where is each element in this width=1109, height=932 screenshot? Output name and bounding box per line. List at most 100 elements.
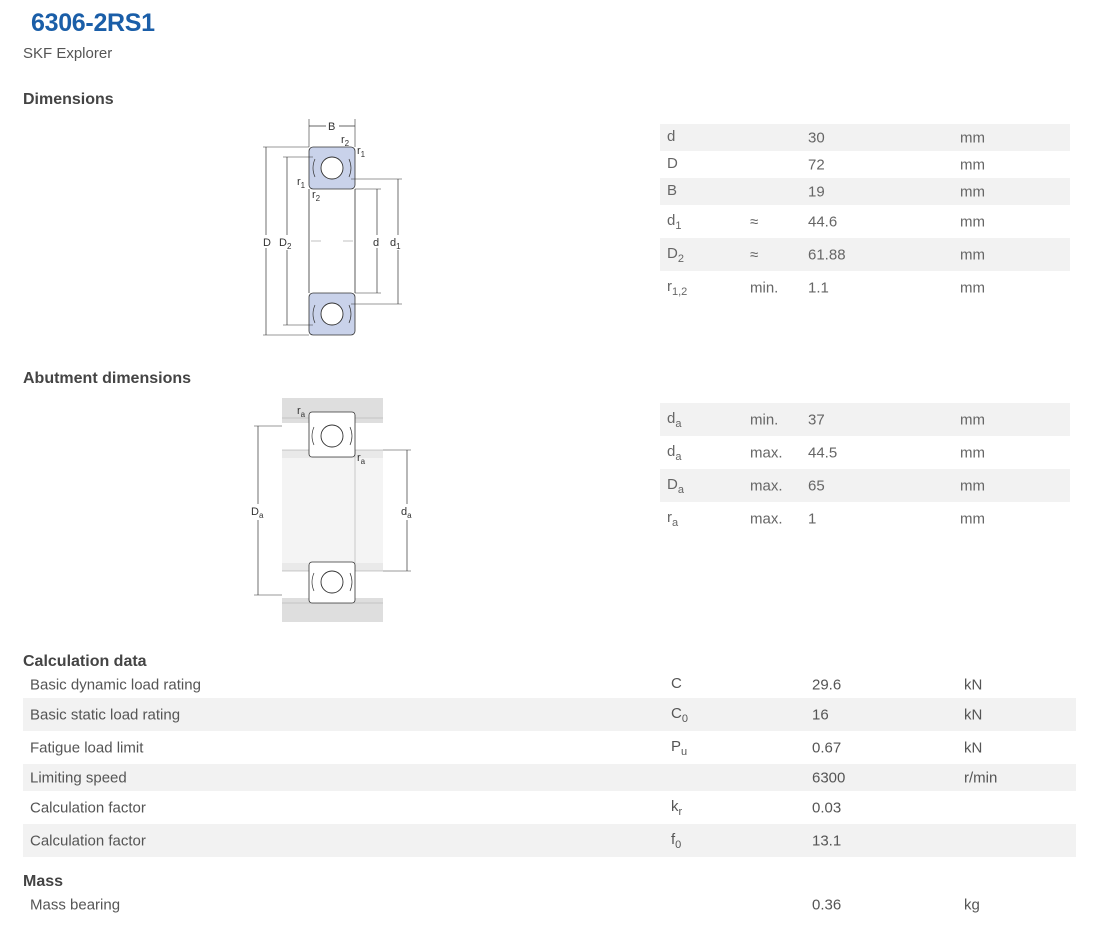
calc-value: 6300	[812, 769, 846, 786]
symbol-letter: D	[667, 475, 678, 493]
calc-symbol: Pu	[671, 738, 687, 758]
calc-row: Basic dynamic load rating C 29.6 kN	[23, 671, 1076, 698]
calc-value: 0.67	[812, 739, 842, 756]
symbol-subscript: 1	[675, 219, 682, 232]
spec-row: da max. 44.5 mm	[660, 436, 1070, 469]
symbol-subscript: 0	[675, 838, 682, 851]
spec-value: 1	[808, 510, 817, 527]
symbol-subscript: r	[678, 805, 683, 818]
spec-row: B 19 mm	[660, 178, 1070, 205]
spec-qualifier: max.	[750, 477, 783, 494]
calc-row: Calculation factor f0 13.1	[23, 824, 1076, 857]
symbol-letter: P	[671, 737, 682, 755]
spec-qualifier: ≈	[750, 213, 759, 230]
spec-symbol: Da	[667, 476, 684, 496]
calc-row: Limiting speed 6300 r/min	[23, 764, 1076, 791]
abutment-heading: Abutment dimensions	[23, 370, 192, 387]
calculation-table: Basic dynamic load rating C 29.6 kN Basic st…	[23, 671, 1076, 857]
label-r2-bottom: r2	[312, 189, 321, 203]
spec-unit: mm	[960, 213, 985, 230]
spec-value: 65	[808, 477, 825, 494]
spec-symbol: r1,2	[667, 278, 687, 298]
calc-row: Calculation factor kr 0.03	[23, 791, 1076, 824]
spec-symbol: B	[667, 182, 677, 202]
calc-row: Fatigue load limit Pu 0.67 kN	[23, 731, 1076, 764]
spec-row: D2 ≈61.88 mm	[660, 238, 1070, 271]
calc-unit: kg	[964, 896, 980, 913]
label-r1-left: r1	[297, 176, 306, 190]
symbol-letter: D	[667, 244, 678, 262]
dimensions-table: d 30 mm D 72 mm B 19 mm d1 ≈44.6 mm D2 ≈61.88 mm r1,2 mi…	[660, 124, 1070, 304]
symbol-subscript: u	[681, 745, 688, 758]
symbol-subscript: 0	[681, 712, 688, 725]
symbol-letter: d	[667, 127, 676, 145]
mass-table: Mass bearing 0.36 kg	[23, 891, 1076, 918]
abutment-diagram: ra ra Da da	[250, 398, 417, 622]
symbol-subscript: 2	[677, 252, 684, 265]
calc-unit: kN	[964, 676, 983, 693]
spec-qualifier: min.	[750, 411, 779, 428]
spec-row: Da max. 65 mm	[660, 469, 1070, 502]
calc-label: Basic dynamic load rating	[30, 676, 201, 693]
spec-symbol: da	[667, 410, 681, 430]
spec-symbol: d1	[667, 212, 681, 232]
calc-label: Basic static load rating	[30, 706, 181, 723]
spec-symbol: D	[667, 155, 678, 175]
spec-row: d 30 mm	[660, 124, 1070, 151]
spec-unit: mm	[960, 510, 985, 527]
spec-unit: mm	[960, 156, 985, 173]
calc-label: Mass bearing	[30, 896, 121, 913]
spec-qualifier: max.	[750, 444, 783, 461]
spec-unit: mm	[960, 246, 985, 263]
spec-unit: mm	[960, 411, 985, 428]
symbol-subscript: 1,2	[672, 285, 688, 298]
symbol-subscript: a	[675, 450, 682, 463]
symbol-letter: D	[667, 154, 678, 172]
calc-label: Calculation factor	[30, 832, 146, 849]
symbol-letter: C	[671, 674, 682, 692]
calc-symbol: kr	[671, 798, 682, 818]
spec-row: ra max. 1 mm	[660, 502, 1070, 535]
spec-row: r1,2 min. 1.1 mm	[660, 271, 1070, 304]
calculation-heading: Calculation data	[23, 653, 147, 670]
bearing-cross-section-diagram: B r2 r1 r1 r2 D D2 d d1	[261, 119, 408, 336]
label-D: D	[263, 237, 271, 249]
calc-value: 13.1	[812, 832, 842, 849]
spec-symbol: d	[667, 128, 675, 148]
dimensions-heading: Dimensions	[23, 91, 114, 108]
calc-value: 0.36	[812, 896, 842, 913]
spec-symbol: ra	[667, 509, 678, 529]
spec-qualifier: ≈	[750, 246, 759, 263]
symbol-subscript: a	[672, 516, 679, 529]
spec-row: da min. 37 mm	[660, 403, 1070, 436]
spec-value: 44.6	[808, 213, 838, 230]
symbol-subscript: a	[675, 417, 682, 430]
calc-unit: kN	[964, 739, 983, 756]
label-d: d	[373, 237, 379, 249]
spec-value: 72	[808, 156, 825, 173]
spec-qualifier: max.	[750, 510, 783, 527]
symbol-letter: k	[671, 797, 679, 815]
spec-unit: mm	[960, 183, 985, 200]
spec-unit: mm	[960, 279, 985, 296]
spec-value: 19	[808, 183, 825, 200]
calc-symbol: C0	[671, 705, 688, 725]
spec-row: D 72 mm	[660, 151, 1070, 178]
label-B: B	[328, 121, 335, 133]
spec-unit: mm	[960, 129, 985, 146]
spec-value: 1.1	[808, 279, 829, 296]
spec-unit: mm	[960, 477, 985, 494]
spec-symbol: da	[667, 443, 681, 463]
calc-unit: r/min	[964, 769, 998, 786]
calc-value: 0.03	[812, 799, 842, 816]
product-subtitle: SKF Explorer	[23, 45, 113, 62]
symbol-subscript: a	[677, 483, 684, 496]
calc-value: 16	[812, 706, 829, 723]
calc-row: Basic static load rating C0 16 kN	[23, 698, 1076, 731]
calc-label: Fatigue load limit	[30, 739, 144, 756]
calc-row: Mass bearing 0.36 kg	[23, 891, 1076, 918]
spec-value: 61.88	[808, 246, 846, 263]
spec-value: 44.5	[808, 444, 838, 461]
calc-unit: kN	[964, 706, 983, 723]
spec-symbol: D2	[667, 245, 684, 265]
